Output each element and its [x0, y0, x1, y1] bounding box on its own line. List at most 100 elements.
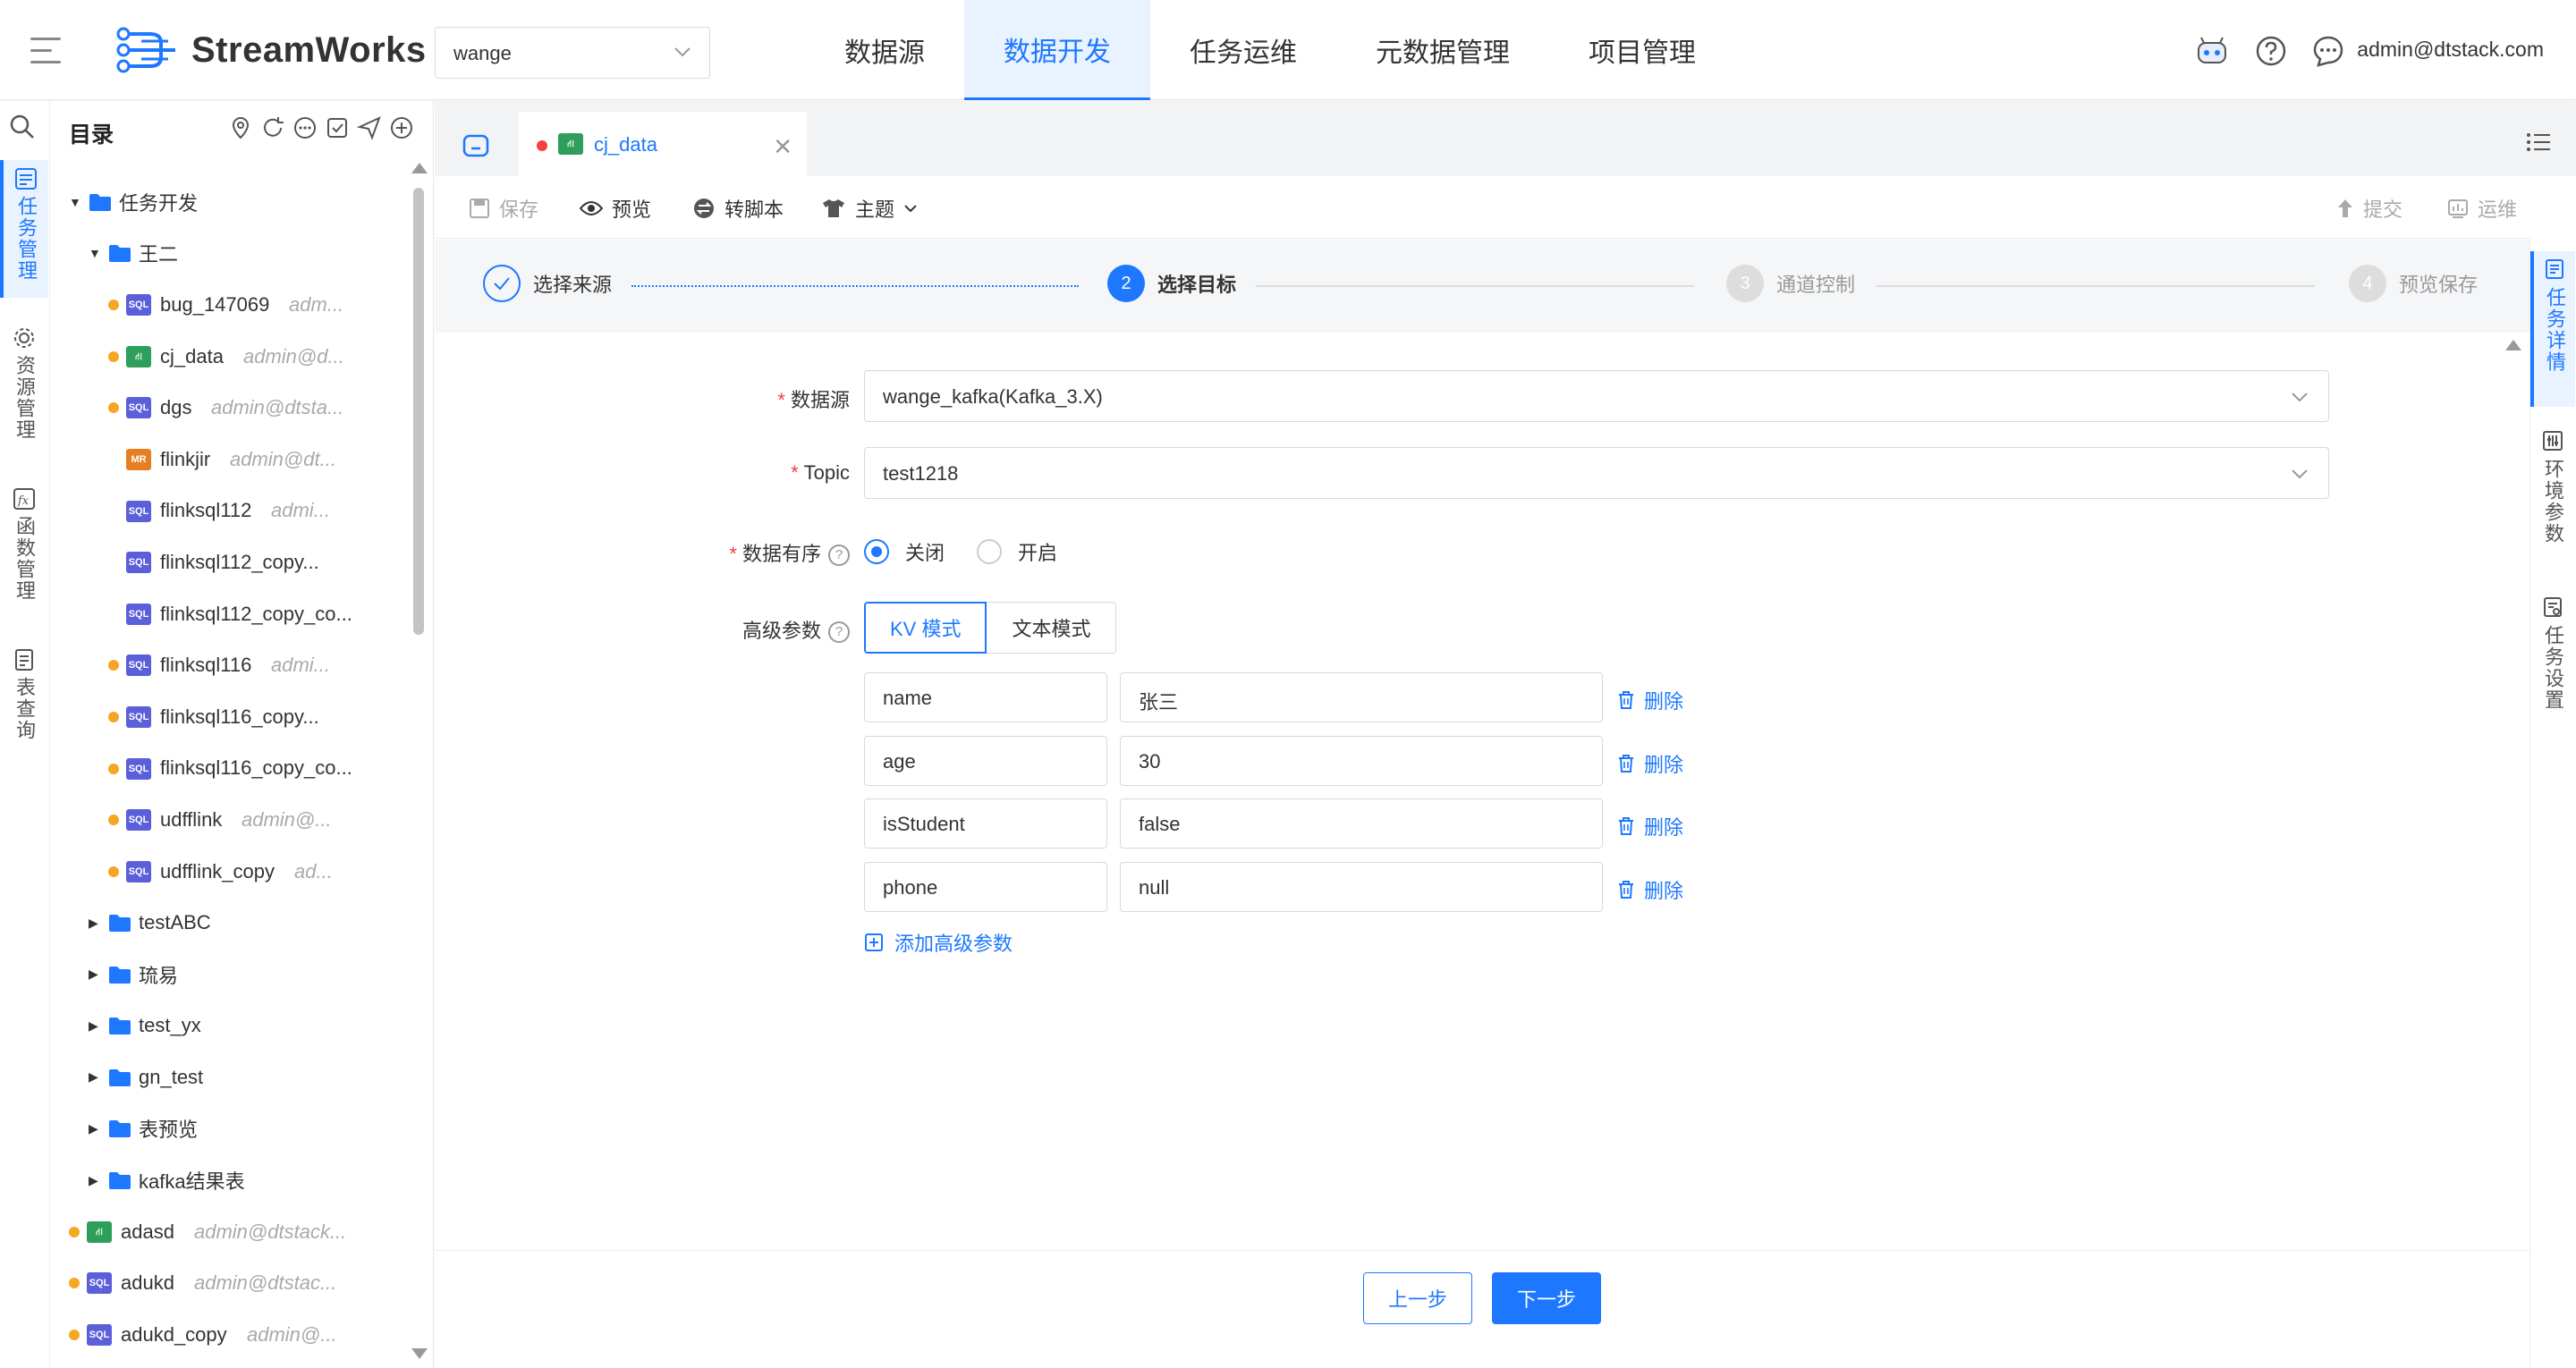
caret-right-icon[interactable]: ▶ — [89, 1069, 98, 1085]
streamworks-logo-icon — [116, 27, 175, 73]
save-button[interactable]: 保存 — [469, 194, 538, 223]
tree-task-item[interactable]: SQL adukd_copy admin@... — [51, 1309, 409, 1361]
step-preview-save[interactable]: 4 预览保存 — [2349, 265, 2478, 302]
step-select-source[interactable]: 选择来源 — [483, 265, 612, 302]
message-icon[interactable] — [2311, 34, 2345, 68]
tab-list-icon[interactable] — [2526, 131, 2551, 153]
nav-metadata[interactable]: 元数据管理 — [1336, 0, 1549, 100]
tree-folder[interactable]: ▶ testABC — [51, 897, 409, 949]
rail-function-management[interactable]: fx 函数管理 — [0, 480, 48, 618]
delete-param-button[interactable]: 删除 — [1617, 749, 1683, 778]
scroll-up-icon[interactable] — [2505, 340, 2521, 350]
rail-task-management[interactable]: 任务管理 — [0, 160, 48, 298]
tree-folder[interactable]: ▶ gn_test — [51, 1051, 409, 1103]
tree-scroll-thumb[interactable] — [413, 188, 424, 635]
tree-task-item[interactable]: SQL flinksql112_copy_co... — [51, 588, 409, 640]
tab-cj-data[interactable]: ⛙ cj_data ✕ — [519, 112, 807, 176]
project-select[interactable]: wange — [435, 27, 710, 79]
tree-task-item[interactable]: SQL dgs admin@dtsta... — [51, 382, 409, 434]
help-icon[interactable]: ? — [828, 621, 850, 644]
search-icon[interactable] — [9, 114, 36, 140]
tree-folder[interactable]: ▶ kafka结果表 — [51, 1154, 409, 1206]
help-icon[interactable] — [2254, 34, 2288, 68]
text-mode-button[interactable]: 文本模式 — [987, 602, 1117, 654]
step-select-target[interactable]: 2 选择目标 — [1107, 265, 1236, 302]
delete-param-button[interactable]: 删除 — [1617, 875, 1683, 904]
rail-task-management-label: 任务管理 — [15, 196, 38, 282]
rpanel-task-settings[interactable]: 任务设置 — [2530, 589, 2575, 741]
param-value-input[interactable]: false — [1120, 798, 1603, 849]
caret-right-icon[interactable]: ▶ — [89, 967, 98, 982]
nav-task-ops[interactable]: 任务运维 — [1150, 0, 1336, 100]
rpanel-env-params[interactable]: 环境参数 — [2530, 423, 2575, 575]
check-task-icon[interactable] — [325, 115, 350, 140]
param-value-input[interactable]: 张三 — [1120, 672, 1603, 722]
order-on-radio[interactable]: 开启 — [977, 537, 1057, 566]
tree-task-item[interactable]: ⛙ adasd admin@dtstack... — [51, 1206, 409, 1258]
tree-folder[interactable]: ▼ 任务开发 — [51, 176, 409, 228]
ops-button[interactable]: 运维 — [2447, 194, 2517, 223]
tree-task-item[interactable]: SQL udfflink admin@... — [51, 794, 409, 846]
rail-resource-management[interactable]: 资源管理 — [0, 319, 48, 457]
param-key-input[interactable]: name — [864, 672, 1107, 722]
delete-param-button[interactable]: 删除 — [1617, 686, 1683, 714]
param-key-input[interactable]: phone — [864, 862, 1107, 912]
help-icon[interactable]: ? — [828, 545, 850, 567]
caret-right-icon[interactable]: ▶ — [89, 1121, 98, 1136]
param-value-input[interactable]: 30 — [1120, 736, 1603, 786]
caret-right-icon[interactable]: ▶ — [89, 1173, 98, 1188]
nav-project[interactable]: 项目管理 — [1549, 0, 1735, 100]
locate-icon[interactable] — [228, 115, 253, 140]
robot-assistant-icon[interactable] — [2195, 34, 2229, 68]
task-list-icon — [15, 168, 37, 190]
kv-mode-button[interactable]: KV 模式 — [864, 602, 987, 654]
tree-task-item[interactable]: SQL flinksql112 admi... — [51, 486, 409, 537]
refresh-icon[interactable] — [260, 115, 285, 140]
scroll-down-icon[interactable] — [411, 1348, 428, 1359]
tree-task-item[interactable]: SQL flinksql116 admi... — [51, 639, 409, 691]
tree-task-item[interactable]: SQL udfflink_copy ad... — [51, 846, 409, 898]
tree-task-item[interactable]: SQL flinksql112_copy... — [51, 536, 409, 588]
preview-button[interactable]: 预览 — [580, 194, 651, 223]
scroll-up-icon[interactable] — [411, 163, 428, 173]
submit-button[interactable]: 提交 — [2336, 194, 2402, 223]
topic-select[interactable]: test1218 — [864, 447, 2329, 499]
tree-task-item[interactable]: SQL flinksql116_copy... — [51, 691, 409, 743]
more-icon[interactable] — [292, 115, 318, 140]
nav-data-development[interactable]: 数据开发 — [964, 0, 1150, 100]
tree-task-item[interactable]: ⛙ cj_data admin@d... — [51, 331, 409, 383]
order-off-radio[interactable]: 关闭 — [864, 537, 945, 566]
caret-down-icon[interactable]: ▼ — [69, 195, 81, 209]
next-step-button[interactable]: 下一步 — [1492, 1272, 1601, 1324]
theme-button[interactable]: 主题 — [821, 194, 918, 223]
param-value-input[interactable]: null — [1120, 862, 1603, 912]
tree-task-item[interactable]: SQL flinksql116_copy_co... — [51, 743, 409, 795]
rail-table-query[interactable]: 表查询 — [0, 641, 48, 757]
caret-down-icon[interactable]: ▼ — [89, 246, 101, 260]
send-icon[interactable] — [357, 115, 382, 140]
user-account[interactable]: admin@dtstack.com — [2357, 38, 2544, 62]
tree-folder[interactable]: ▶ 琉易 — [51, 949, 409, 1001]
param-key-input[interactable]: isStudent — [864, 798, 1107, 849]
delete-param-button[interactable]: 删除 — [1617, 812, 1683, 840]
step-channel-control[interactable]: 3 通道控制 — [1726, 265, 1855, 302]
convert-script-button[interactable]: 转脚本 — [692, 194, 784, 223]
rpanel-task-details[interactable]: 任务详情 — [2530, 251, 2575, 407]
tree-folder[interactable]: ▶ test_yx — [51, 1001, 409, 1052]
tree-folder[interactable]: ▼ 王二 — [51, 228, 409, 280]
param-key-input[interactable]: age — [864, 736, 1107, 786]
tree-task-item[interactable]: SQL adukd admin@dtstac... — [51, 1257, 409, 1309]
prev-step-button[interactable]: 上一步 — [1363, 1272, 1472, 1324]
tree-folder[interactable]: ▶ 表预览 — [51, 1103, 409, 1155]
caret-right-icon[interactable]: ▶ — [89, 1018, 98, 1034]
datasource-select[interactable]: wange_kafka(Kafka_3.X) — [864, 370, 2329, 422]
close-icon[interactable]: ✕ — [773, 133, 792, 161]
add-icon[interactable] — [389, 115, 414, 140]
menu-toggle-icon[interactable] — [30, 38, 61, 64]
home-tab[interactable] — [435, 115, 517, 176]
tree-task-item[interactable]: SQL bug_147069 adm... — [51, 279, 409, 331]
tree-task-item[interactable]: MR flinkjir admin@dt... — [51, 434, 409, 486]
add-advanced-param-button[interactable]: 添加高级参数 — [864, 928, 1013, 957]
nav-datasource[interactable]: 数据源 — [805, 0, 964, 100]
caret-right-icon[interactable]: ▶ — [89, 916, 98, 931]
